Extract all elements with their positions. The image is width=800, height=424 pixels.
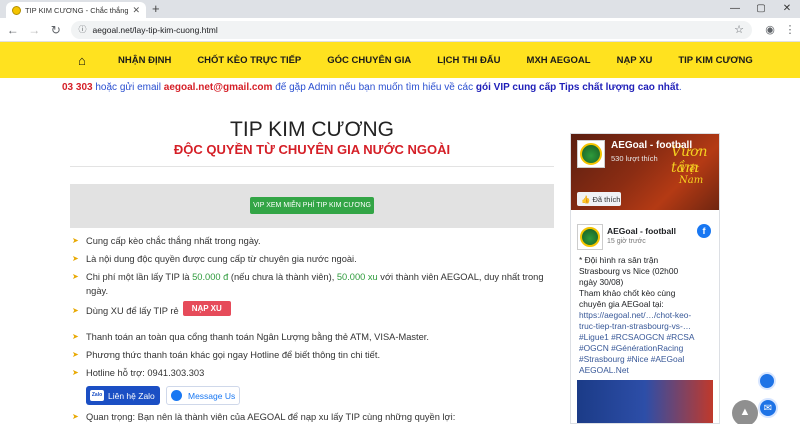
messenger-button[interactable]: Message Us (166, 386, 240, 405)
list-item-text: Là nội dung độc quyền được cung cấp từ c… (86, 254, 357, 264)
list-item-continuation: ngày. (86, 286, 109, 296)
arrow-icon: ➤ (72, 306, 79, 315)
messenger-icon: ✉ (763, 403, 773, 414)
nap-xu-button[interactable]: NẠP XU (182, 301, 231, 316)
chevron-up-icon: ▲ (739, 406, 751, 418)
fb-hashtags[interactable]: #Ligue1 #RCSAOGCN #RCSA (579, 332, 713, 343)
maximize-button[interactable]: ▢ (748, 0, 774, 18)
marquee-text-1: hoặc gửi email (92, 82, 164, 93)
site-navigation: ⌂ NHẬN ĐỊNH CHỐT KÈO TRỰC TIẾP GÓC CHUYÊ… (0, 42, 800, 78)
zalo-icon: Zalo (90, 390, 104, 401)
facebook-page-widget: Vươn tầm Việt Nam AEGoal - football 530 … (570, 133, 720, 424)
marquee-email[interactable]: aegoal.net@gmail.com (164, 82, 273, 93)
marquee-text-3: . (678, 82, 682, 93)
nav-item-mxh-aegoal[interactable]: MXH AEGOAL (527, 55, 591, 66)
arrow-icon: ➤ (72, 368, 79, 377)
list-item-text: Hotline hỗ trợ: 0941.303.303 (86, 368, 205, 378)
new-tab-button[interactable]: + (152, 2, 160, 16)
page-title: TIP KIM CƯƠNG (230, 118, 394, 141)
announcement-marquee: 03 303 hoặc gửi email aegoal.net@gmail.c… (62, 82, 742, 96)
arrow-icon: ➤ (72, 412, 79, 421)
zalo-label: Liên hệ Zalo (108, 390, 155, 401)
title-divider (70, 166, 554, 167)
address-bar[interactable]: ⓘ aegoal.net/lay-tip-kim-cuong.html ☆ (70, 20, 753, 39)
arrow-icon: ➤ (72, 272, 79, 281)
browser-toolbar: ← → ↻ ⓘ aegoal.net/lay-tip-kim-cuong.htm… (0, 18, 800, 42)
page-subtitle: ĐỘC QUYỀN TỪ CHUYÊN GIA NƯỚC NGOÀI (173, 142, 451, 157)
list-item: ➤ Cung cấp kèo chắc thắng nhất trong ngà… (72, 236, 261, 246)
arrow-icon: ➤ (72, 254, 79, 263)
list-item: ➤ Chi phí một lần lấy TIP là 50.000 đ (n… (72, 272, 544, 282)
bookmark-star-icon[interactable]: ☆ (734, 23, 744, 36)
floating-messenger-button[interactable]: ✉ (758, 398, 778, 418)
browser-tab[interactable]: TIP KIM CƯƠNG - Chắc thắng nhất ✕ (6, 2, 146, 18)
list-item-text: Thanh toán an toàn qua cổng thanh toán N… (86, 332, 429, 342)
arrow-icon: ➤ (72, 236, 79, 245)
profile-icon[interactable]: ◉ (760, 23, 780, 36)
nav-item-nap-xu[interactable]: NẠP XU (617, 55, 653, 66)
fb-post-avatar[interactable] (577, 224, 603, 250)
fb-post-body: * Đội hình ra sân trận Strasbourg vs Nic… (579, 255, 713, 376)
site-favicon-icon (12, 5, 21, 15)
address-url[interactable]: aegoal.net/lay-tip-kim-cuong.html (93, 25, 735, 35)
fb-post-author[interactable]: AEGoal - football (607, 226, 676, 236)
nav-item-nhan-dinh[interactable]: NHẬN ĐỊNH (118, 55, 171, 66)
fb-post-time[interactable]: 15 giờ trước (607, 238, 646, 245)
marquee-vip: gói VIP cung cấp Tips chất lượng cao nhấ… (475, 82, 679, 93)
list-item: ➤ Thanh toán an toàn qua cổng thanh toán… (72, 332, 429, 342)
list-item-text: Quan trọng: Bạn nên là thành viên của AE… (86, 412, 456, 422)
tab-close-icon[interactable]: ✕ (132, 5, 140, 16)
nav-item-tip-kim-cuong[interactable]: TIP KIM CƯƠNG (678, 55, 752, 66)
arrow-icon: ➤ (72, 350, 79, 359)
zalo-contact-button[interactable]: Zalo Liên hệ Zalo (86, 386, 160, 405)
fb-liked-button[interactable]: 👍 Đã thích (577, 192, 621, 206)
list-item: ➤ Là nội dung độc quyền được cung cấp từ… (72, 254, 357, 264)
fb-post-image[interactable] (577, 380, 713, 423)
window-controls: — ▢ ✕ (722, 0, 800, 18)
aegoal-logo-icon (580, 143, 602, 165)
menu-dots-icon[interactable]: ⋮ (780, 23, 800, 36)
site-info-icon[interactable]: ⓘ (79, 24, 87, 35)
home-icon[interactable]: ⌂ (78, 53, 98, 68)
vip-free-tip-button[interactable]: VIP XEM MIỄN PHÍ TIP KIM CƯƠNG (250, 197, 374, 214)
list-item: ➤ Phương thức thanh toán khác gọi ngay H… (72, 350, 380, 360)
nav-item-goc-chuyen-gia[interactable]: GÓC CHUYÊN GIA (327, 55, 411, 66)
nav-item-chot-keo[interactable]: CHỐT KÈO TRỰC TIẾP (197, 55, 301, 66)
xu-value: 50.000 xu (336, 272, 378, 282)
aegoal-logo-icon (580, 227, 600, 247)
reload-icon[interactable]: ↻ (47, 23, 65, 37)
tab-title: TIP KIM CƯƠNG - Chắc thắng nhất (25, 5, 129, 15)
cover-text-2: Việt Nam (679, 164, 704, 186)
minimize-button[interactable]: — (722, 0, 748, 18)
fb-post-link[interactable]: https://aegoal.net/…/chot-keo- (579, 310, 713, 321)
arrow-icon: ➤ (72, 332, 79, 341)
nav-item-lich-thi-dau[interactable]: LỊCH THI ĐẤU (437, 55, 500, 66)
list-item: ➤ Quan trọng: Bạn nên là thành viên của … (72, 412, 455, 422)
fb-like-count: 530 lượt thích (611, 154, 658, 163)
messenger-label: Message Us (188, 390, 236, 401)
back-arrow-icon[interactable]: ← (4, 23, 22, 37)
list-item: ➤ Hotline hỗ trợ: 0941.303.303 (72, 368, 204, 378)
toolbar-icons: ◉ ⋮ (760, 23, 800, 36)
marquee-phone: 03 303 (62, 82, 93, 93)
list-item-text: Cung cấp kèo chắc thắng nhất trong ngày. (86, 236, 261, 246)
like-thumb-icon: 👍 (581, 194, 593, 204)
fb-page-name[interactable]: AEGoal - football (611, 140, 692, 151)
floating-zalo-button[interactable] (758, 372, 776, 390)
list-item-text: Phương thức thanh toán khác gọi ngay Hot… (86, 350, 381, 360)
list-item-text: Chi phí một lần lấy TIP là 50.000 đ (nếu… (86, 272, 544, 282)
facebook-icon[interactable]: f (697, 224, 711, 238)
marquee-text-2: để gặp Admin nếu bạn muốn tìm hiểu về cá… (272, 82, 476, 93)
fb-page-logo[interactable] (577, 140, 605, 168)
scroll-top-button[interactable]: ▲ (732, 400, 758, 424)
messenger-icon (171, 390, 182, 401)
close-window-button[interactable]: ✕ (774, 0, 800, 18)
browser-tab-bar: TIP KIM CƯƠNG - Chắc thắng nhất ✕ + — ▢ … (0, 0, 800, 18)
list-item: ➤ Dùng XU để lấy TIP rẻ NẠP XU (72, 301, 231, 316)
price-value: 50.000 đ (192, 272, 229, 282)
forward-arrow-icon[interactable]: → (26, 23, 44, 37)
list-item-text: Dùng XU để lấy TIP rẻ (86, 306, 179, 316)
